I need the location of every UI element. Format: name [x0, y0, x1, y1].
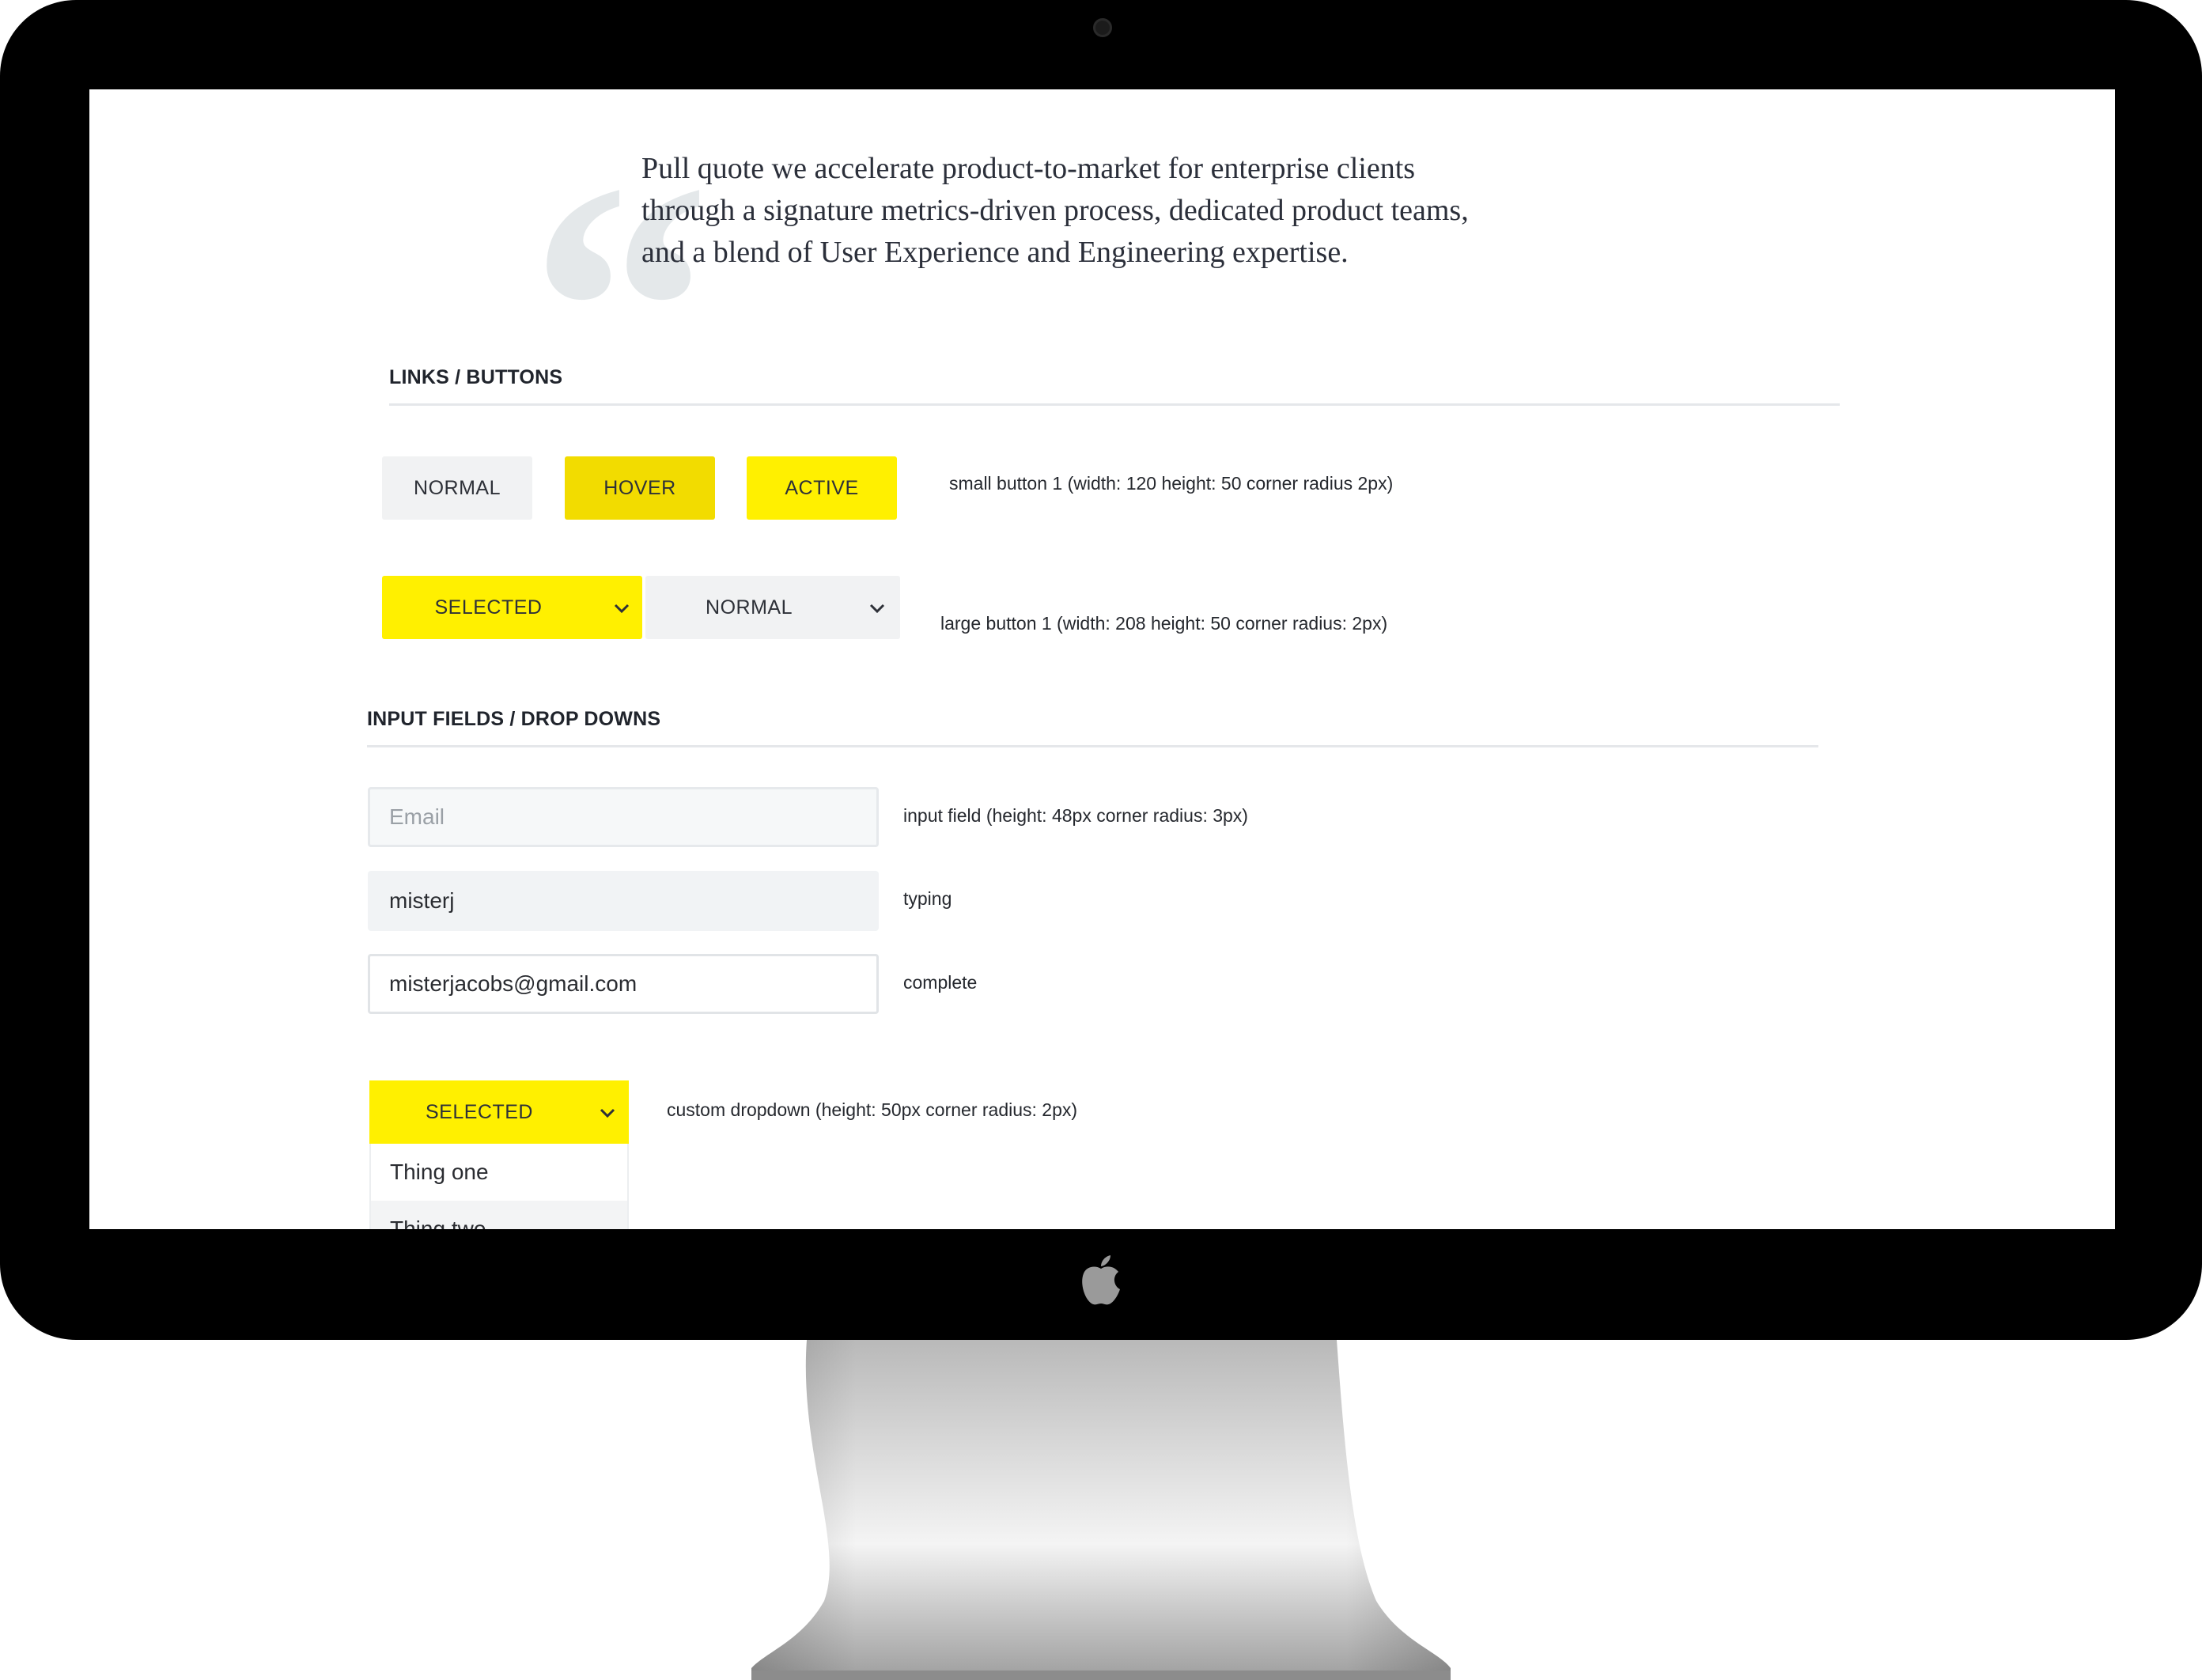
typing-field[interactable]: misterj [368, 871, 879, 931]
pull-quote-line: and a blend of User Experience and Engin… [641, 236, 1349, 269]
monitor-bezel: “ Pull quote we accelerate product-to-ma… [0, 0, 2202, 1340]
selected-large-button-label: SELECTED [434, 596, 543, 619]
chevron-down-icon [869, 604, 885, 614]
input-field-note: input field (height: 48px corner radius:… [903, 805, 1248, 826]
normal-button[interactable]: NORMAL [382, 456, 532, 520]
section-divider [389, 403, 1840, 406]
pull-quote-line: through a signature metrics-driven proce… [641, 194, 1469, 227]
chevron-down-icon [614, 604, 630, 614]
apple-logo-icon [1082, 1255, 1120, 1305]
screen: “ Pull quote we accelerate product-to-ma… [89, 89, 2115, 1229]
small-button-note: small button 1 (width: 120 height: 50 co… [949, 473, 1394, 494]
complete-field[interactable]: misterjacobs@gmail.com [368, 954, 879, 1014]
input-fields-heading: INPUT FIELDS / DROP DOWNS [367, 708, 661, 730]
dropdown-note: custom dropdown (height: 50px corner rad… [667, 1099, 1078, 1120]
dropdown-option[interactable]: Thing two [369, 1201, 629, 1229]
monitor-stand [751, 1340, 1451, 1680]
typing-note: typing [903, 888, 952, 909]
dropdown-option[interactable]: Thing one [369, 1144, 629, 1201]
email-field[interactable]: Email [368, 787, 879, 847]
active-button[interactable]: ACTIVE [747, 456, 897, 520]
hover-button[interactable]: HOVER [565, 456, 715, 520]
complete-note: complete [903, 972, 978, 993]
pull-quote-line: Pull quote we accelerate product-to-mark… [641, 152, 1416, 185]
dropdown-selected[interactable]: SELECTED [369, 1080, 629, 1144]
section-divider [367, 745, 1818, 747]
chevron-down-icon [600, 1108, 615, 1118]
links-buttons-heading: LINKS / BUTTONS [389, 366, 563, 388]
selected-large-button[interactable]: SELECTED [382, 576, 642, 639]
dropdown-selected-label: SELECTED [426, 1100, 533, 1123]
normal-large-button[interactable]: NORMAL [645, 576, 900, 639]
pull-quote: Pull quote we accelerate product-to-mark… [641, 148, 1686, 274]
custom-dropdown[interactable]: SELECTED Thing one Thing two [369, 1080, 629, 1229]
camera-icon [1093, 18, 1112, 37]
large-button-note: large button 1 (width: 208 height: 50 co… [940, 613, 1388, 634]
normal-large-button-label: NORMAL [706, 596, 793, 619]
